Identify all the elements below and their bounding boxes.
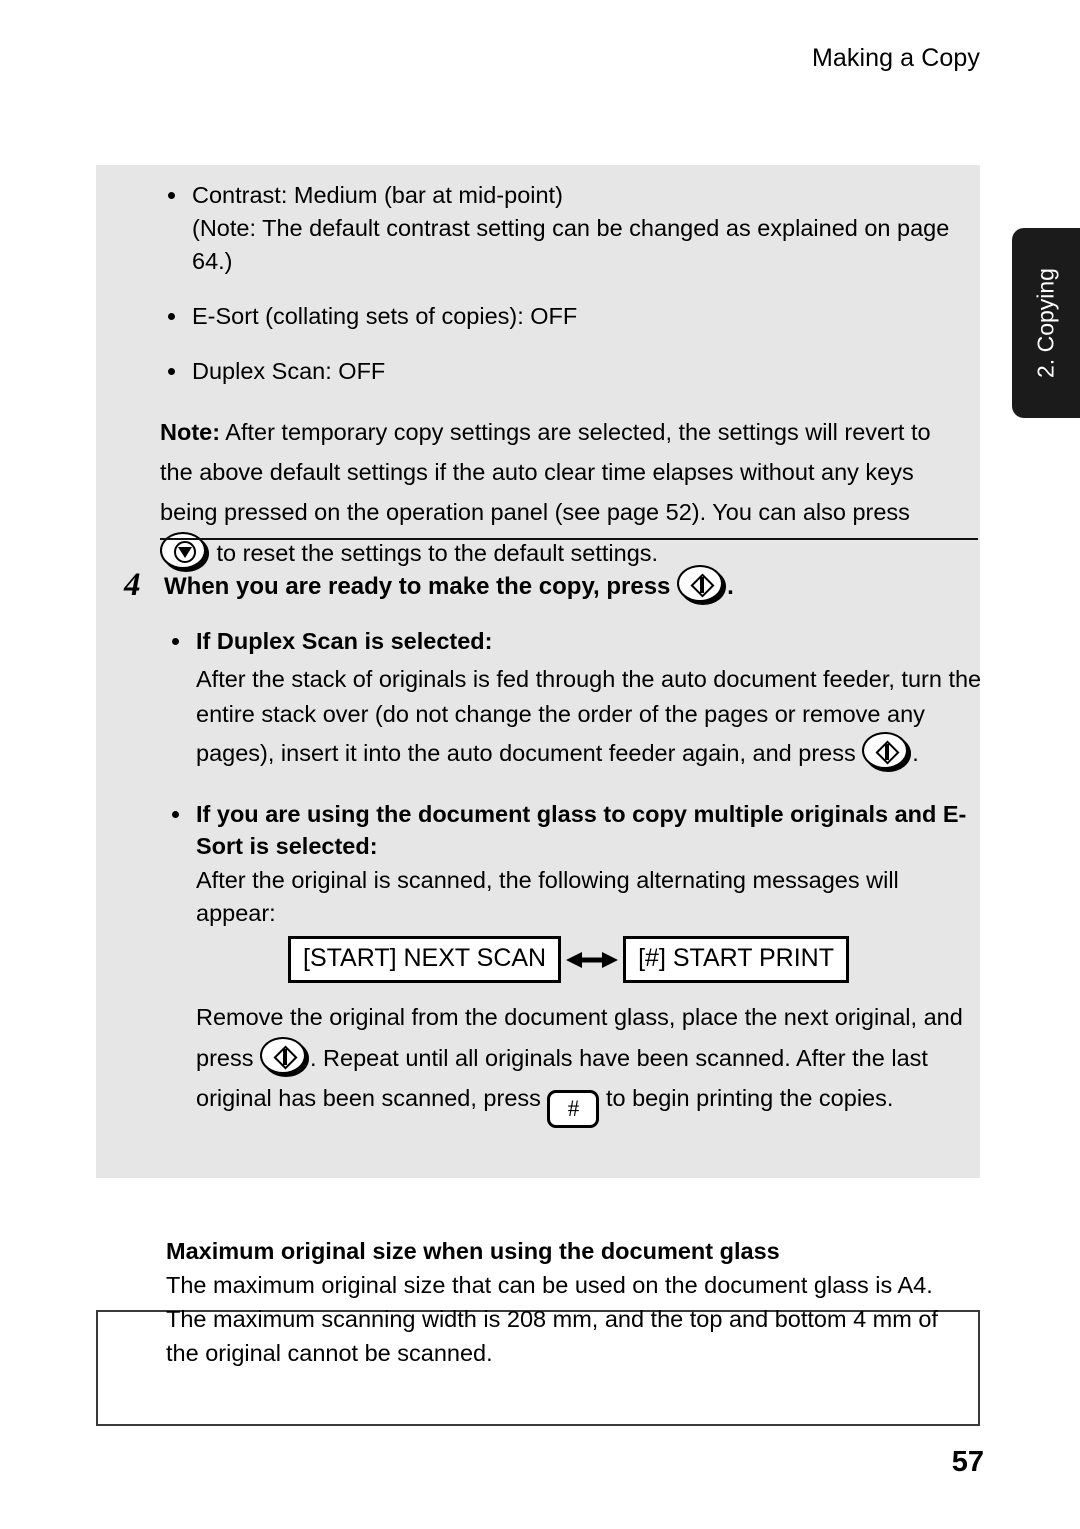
default-settings-list: Contrast: Medium (bar at mid-point) (Not… bbox=[160, 179, 960, 388]
step-heading: When you are ready to make the copy, pre… bbox=[164, 565, 984, 607]
step-heading-period: . bbox=[727, 573, 734, 600]
list-item: Duplex Scan: OFF bbox=[160, 355, 960, 388]
esort-body-text-3: to begin printing the copies. bbox=[599, 1085, 894, 1111]
page-header: Making a Copy bbox=[811, 44, 980, 72]
note-text-part1: After temporary copy settings are select… bbox=[160, 419, 931, 525]
max-original-size-box: Maximum original size when using the doc… bbox=[96, 1238, 980, 1426]
chapter-tab[interactable]: 2. Copying bbox=[1012, 228, 1080, 418]
list-item: Contrast: Medium (bar at mid-point) (Not… bbox=[160, 179, 960, 278]
default-settings-panel: Contrast: Medium (bar at mid-point) (Not… bbox=[96, 165, 981, 1178]
step-heading-text: When you are ready to make the copy, pre… bbox=[164, 573, 671, 600]
contrast-line-1: Contrast: Medium (bar at mid-point) bbox=[192, 182, 563, 208]
esort-bullet: If you are using the document glass to c… bbox=[164, 798, 984, 862]
display-message-right: [#] START PRINT bbox=[623, 936, 849, 983]
max-original-size-body: The maximum original size that can be us… bbox=[166, 1272, 938, 1366]
display-message-left: [START] NEXT SCAN bbox=[288, 936, 562, 983]
bullet-dot-icon bbox=[168, 192, 175, 199]
max-original-size-title: Maximum original size when using the doc… bbox=[166, 1238, 780, 1264]
bullet-dot-icon bbox=[168, 313, 175, 320]
chapter-tab-label: 2. Copying bbox=[1032, 268, 1059, 378]
start-key-icon[interactable] bbox=[677, 565, 727, 605]
start-key-bar bbox=[283, 1049, 287, 1065]
duplex-body-period: . bbox=[912, 740, 919, 766]
esort-body: Remove the original from the document gl… bbox=[196, 997, 984, 1128]
note-label: Note: bbox=[160, 419, 221, 445]
start-key-icon[interactable] bbox=[260, 1037, 310, 1077]
display-message-row: [START] NEXT SCAN [#] START PRINT bbox=[288, 936, 984, 983]
max-original-size-content: Maximum original size when using the doc… bbox=[166, 1234, 956, 1370]
bullet-dot-icon bbox=[172, 638, 179, 645]
start-key-icon[interactable] bbox=[862, 732, 912, 772]
start-key-bar bbox=[885, 744, 890, 760]
bullet-dot-icon bbox=[168, 368, 175, 375]
esort-intro: After the original is scanned, the follo… bbox=[196, 867, 899, 926]
note-text-part2: to reset the settings to the default set… bbox=[210, 540, 659, 566]
esort-bullet-heading: If you are using the document glass to c… bbox=[196, 801, 967, 859]
contrast-line-2: (Note: The default contrast setting can … bbox=[192, 215, 950, 241]
duplex-default-label: Duplex Scan: OFF bbox=[192, 358, 386, 384]
bullet-dot-icon bbox=[172, 811, 179, 818]
stop-key-triangle bbox=[178, 547, 192, 558]
revert-note: Note: After temporary copy settings are … bbox=[160, 412, 960, 573]
esort-default-label: E-Sort (collating sets of copies): OFF bbox=[192, 303, 578, 329]
duplex-bullet-heading: If Duplex Scan is selected: bbox=[196, 628, 493, 654]
contrast-line-3: 64.) bbox=[192, 248, 233, 274]
list-item: E-Sort (collating sets of copies): OFF bbox=[160, 300, 960, 333]
duplex-body: After the stack of originals is fed thro… bbox=[196, 662, 984, 772]
hash-key-icon[interactable]: # bbox=[547, 1090, 600, 1128]
duplex-bullet: If Duplex Scan is selected: bbox=[164, 625, 984, 658]
page-number: 57 bbox=[951, 1446, 984, 1478]
step-4: 4 When you are ready to make the copy, p… bbox=[124, 565, 984, 1128]
step-number: 4 bbox=[124, 567, 141, 603]
section-divider bbox=[160, 538, 978, 540]
start-key-bar bbox=[700, 577, 705, 593]
defaults-section: Contrast: Medium (bar at mid-point) (Not… bbox=[160, 165, 960, 573]
double-arrow-icon bbox=[561, 950, 623, 970]
